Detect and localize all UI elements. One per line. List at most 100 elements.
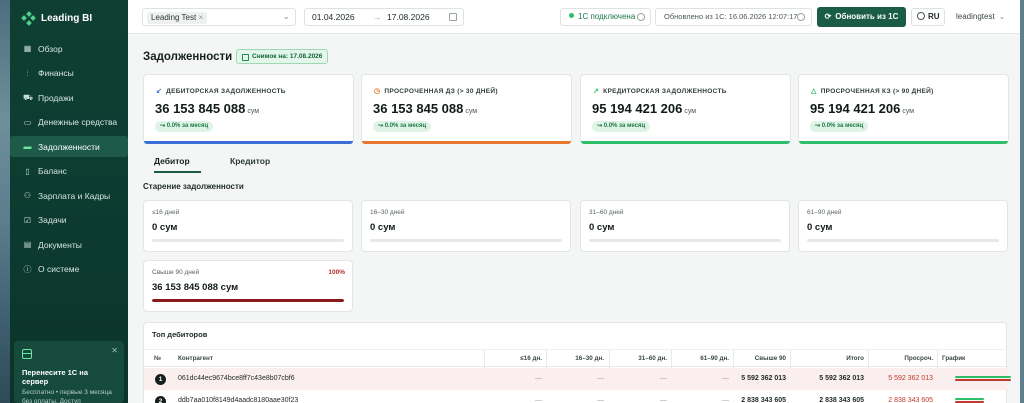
cell-total: 5 592 362 013: [819, 375, 864, 382]
server-icon: [22, 349, 32, 359]
sidebar-item-9[interactable]: ⓘ О системе: [10, 259, 128, 280]
kpi-label: △ ПРОСРОЧЕННАЯ КЗ (> 90 ДНЕЙ): [811, 87, 934, 95]
kpi-label-text: КРЕДИТОРСКАЯ ЗАДОЛЖЕННОСТЬ: [603, 88, 727, 95]
date-range-picker[interactable]: 01.04.2026 → 17.08.2026: [304, 8, 464, 26]
kpi-unit: сум: [465, 108, 478, 115]
column-header-6[interactable]: Свыше 90: [733, 350, 786, 368]
aging-bucket-3[interactable]: 61–90 дней 0 сум: [798, 200, 1008, 252]
column-header-3[interactable]: 16–30 дн.: [546, 350, 604, 368]
aging-bucket-1[interactable]: 16–30 дней 0 сум: [361, 200, 571, 252]
kpi-value-number: 36 153 845 088: [373, 101, 464, 116]
kpi-delta-text: 0.0% за месяц: [821, 123, 864, 129]
aging-section-title: Старение задолженности: [143, 182, 244, 191]
chip-remove-icon[interactable]: ×: [198, 13, 203, 22]
kpi-card-0[interactable]: ↙ ДЕБИТОРСКАЯ ЗАДОЛЖЕННОСТЬ 36 153 845 088…: [143, 74, 354, 144]
tab-creditor[interactable]: Кредитор: [230, 151, 280, 173]
document-icon: ▤: [23, 240, 32, 249]
brand-logo-icon: [21, 10, 36, 26]
sidebar-item-label: Денежные средства: [38, 117, 118, 127]
kpi-value-number: 36 153 845 088: [155, 101, 246, 116]
language-label: RU: [928, 12, 940, 21]
refresh-label: Обновить из 1С: [835, 12, 899, 21]
chevron-down-icon[interactable]: ⌄: [282, 11, 290, 22]
sidebar-item-5[interactable]: ▯ Баланс: [10, 161, 128, 182]
sidebar-item-2[interactable]: ⛟ Продажи: [10, 87, 128, 108]
kpi-delta-badge: ↝ 0.0% за месяц: [373, 121, 432, 132]
kpi-delta-text: 0.0% за месяц: [166, 123, 209, 129]
aging-bucket-2[interactable]: 31–60 дней 0 сум: [580, 200, 790, 252]
info-icon[interactable]: [797, 13, 805, 21]
info-icon[interactable]: [637, 13, 645, 21]
kpi-card-3[interactable]: △ ПРОСРОЧЕННАЯ КЗ (> 90 ДНЕЙ) 95 194 421 2…: [798, 74, 1009, 144]
column-header-5[interactable]: 61–90 дн.: [671, 350, 729, 368]
aging-bucket-0[interactable]: ≤16 дней 0 сум: [143, 200, 353, 252]
brand-name: Leading BI: [41, 12, 93, 24]
brand[interactable]: Leading BI: [21, 10, 93, 26]
refresh-from-1c-button[interactable]: ⟳ Обновить из 1С: [817, 7, 906, 27]
aging-bucket-4[interactable]: Свыше 90 дней 100% 36 153 845 088 сум: [143, 260, 353, 312]
kpi-accent-bar: [799, 141, 1008, 144]
sidebar-item-label: О системе: [38, 264, 80, 274]
main-content: Задолженности Снимок на: 17.08.2026 ↙ ДЕБ…: [128, 34, 1020, 403]
aging-bucket-value: 0 сум: [589, 222, 615, 233]
counterparty-name[interactable]: ddb7aa010f8149d4aadc8180aae30f23: [178, 390, 478, 403]
kpi-value: 95 194 421 206 сум: [810, 101, 914, 116]
column-header-2[interactable]: ≤16 дн.: [484, 350, 542, 368]
aging-progress-fill: [152, 299, 344, 302]
wallet-icon: ▭: [23, 117, 32, 127]
date-from[interactable]: 01.04.2026: [312, 9, 355, 25]
book-icon: ▯: [25, 166, 30, 176]
date-to[interactable]: 17.08.2026: [387, 9, 430, 25]
column-header-4[interactable]: 31–60 дн.: [609, 350, 667, 368]
sidebar-nav: ▦ Обзор ⫶ Финансы ⛟ Продажи ▭ Денежные средства…: [10, 38, 128, 283]
sidebar-item-6[interactable]: ⚇ Зарплата и Кадры: [10, 185, 128, 206]
status-dot-icon: [569, 13, 574, 18]
cell-c2: —: [597, 375, 604, 382]
table-row[interactable]: 1 061dc44ec9674bce8ff7c43e8b07cbf6 — — — — 5 5…: [144, 368, 1011, 390]
kpi-card-1[interactable]: ◷ ПРОСРОЧЕННАЯ ДЗ (> 30 ДНЕЙ) 36 153 845 0…: [361, 74, 572, 144]
table-row[interactable]: 2 ddb7aa010f8149d4aadc8180aae30f23 — — — — 2 8…: [144, 390, 1008, 403]
sidebar-item-4[interactable]: ▬ Задолженности: [10, 136, 128, 157]
column-header-0[interactable]: №: [154, 350, 174, 368]
kpi-delta-badge: ↝ 0.0% за месяц: [592, 121, 651, 132]
cell-c3: —: [660, 397, 667, 403]
kpi-card-2[interactable]: ↗ КРЕДИТОРСКАЯ ЗАДОЛЖЕННОСТЬ 95 194 421 20…: [580, 74, 791, 144]
globe-icon: [917, 12, 925, 20]
counterparty-name[interactable]: 061dc44ec9674bce8ff7c43e8b07cbf6: [178, 368, 478, 390]
column-header-7[interactable]: Итого: [790, 350, 864, 368]
sidebar-item-label: Продажи: [38, 92, 74, 103]
kpi-delta-text: 0.0% за месяц: [384, 123, 427, 129]
desktop-background: [0, 0, 10, 403]
cell-c4: —: [722, 397, 729, 403]
sidebar-item-8[interactable]: ▤ Документы: [10, 234, 128, 255]
language-switch[interactable]: RU: [911, 8, 945, 26]
kpi-label: ↗ КРЕДИТОРСКАЯ ЗАДОЛЖЕННОСТЬ: [593, 87, 727, 95]
page-title: Задолженности: [143, 51, 233, 63]
tab-debtor[interactable]: Дебитор: [154, 151, 201, 173]
promo-card[interactable]: ✕ Перенесите 1С на сервер Бесплатно • пе…: [14, 341, 124, 403]
column-header-8[interactable]: Просроч.: [868, 350, 933, 368]
calendar-icon[interactable]: [449, 13, 457, 21]
cell-c1: —: [535, 375, 542, 382]
kpi-accent-bar: [144, 141, 353, 144]
company-select[interactable]: Leading Test × ⌄: [142, 8, 296, 26]
snapshot-badge: Снимок на: 17.08.2026: [236, 49, 329, 64]
aging-progress-track: [152, 299, 344, 302]
sidebar-item-label: Зарплата и Кадры: [38, 190, 111, 201]
aging-progress-track: [152, 239, 344, 242]
sidebar-item-3[interactable]: ▭ Денежные средства: [10, 112, 128, 133]
column-header-9[interactable]: График: [937, 350, 997, 368]
company-chip[interactable]: Leading Test ×: [147, 12, 208, 24]
user-menu[interactable]: leadingtest ⌄: [956, 12, 1005, 21]
sidebar-item-label: Задолженности: [38, 141, 100, 152]
cell-over90: 2 838 343 605: [741, 397, 786, 403]
close-icon[interactable]: ✕: [111, 346, 118, 355]
aging-bucket-label: Свыше 90 дней: [152, 269, 200, 276]
aging-bucket-label: ≤16 дней: [152, 209, 180, 216]
kpi-delta-badge: ↝ 0.0% за месяц: [155, 121, 214, 132]
sidebar-item-0[interactable]: ▦ Обзор: [10, 38, 128, 59]
tab-creditor-label: Кредитор: [230, 156, 271, 166]
sidebar-item-1[interactable]: ⫶ Финансы: [10, 63, 128, 84]
sidebar-item-7[interactable]: ☑ Задачи: [10, 210, 128, 231]
column-header-1[interactable]: Контрагент: [178, 350, 478, 368]
